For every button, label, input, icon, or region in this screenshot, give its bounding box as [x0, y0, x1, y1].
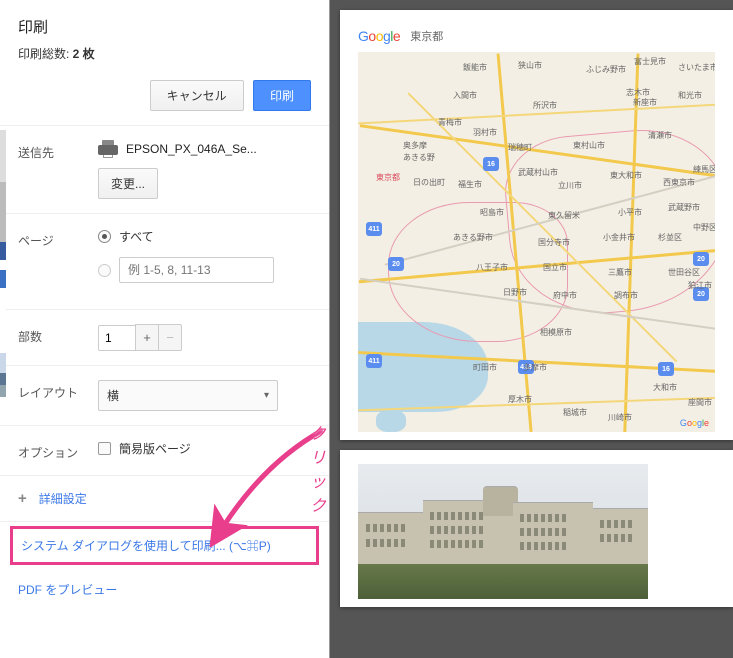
printer-icon	[98, 140, 118, 158]
dialog-title: 印刷	[18, 16, 311, 37]
pages-label: ページ	[18, 228, 98, 249]
change-printer-button[interactable]: 変更...	[98, 168, 158, 199]
radio-all-label: すべて	[119, 228, 154, 245]
printer-name: EPSON_PX_046A_Se...	[126, 142, 257, 156]
chevron-down-icon: ▾	[264, 390, 269, 401]
destination-section: 送信先 EPSON_PX_046A_Se... 変更...	[0, 126, 329, 214]
copies-section: 部数 + −	[0, 310, 329, 366]
button-row: キャンセル 印刷	[18, 80, 311, 111]
preview-header: Google 東京都	[358, 28, 715, 44]
more-settings-label: 詳細設定	[39, 490, 87, 507]
radio-icon	[98, 230, 111, 243]
copies-input[interactable]	[98, 325, 136, 351]
simple-page-checkbox[interactable]: 簡易版ページ	[98, 440, 311, 457]
print-button[interactable]: 印刷	[253, 80, 311, 111]
options-label: オプション	[18, 440, 98, 461]
page-range-input[interactable]	[119, 257, 274, 283]
copies-decrease-button[interactable]: −	[158, 324, 182, 351]
preview-page-2	[340, 450, 733, 607]
simple-page-label: 簡易版ページ	[119, 440, 191, 457]
radio-icon	[98, 264, 111, 277]
radio-range-pages[interactable]	[98, 257, 311, 283]
total-pages: 印刷総数: 2 枚	[18, 45, 311, 62]
google-logo: Google	[358, 28, 400, 44]
options-section: オプション 簡易版ページ	[0, 426, 329, 476]
layout-select[interactable]: 横 ▾	[98, 380, 278, 411]
cancel-button[interactable]: キャンセル	[150, 80, 244, 111]
header-section: 印刷 印刷総数: 2 枚 キャンセル 印刷	[0, 0, 329, 126]
background-stripe	[0, 130, 6, 658]
print-preview-panel: Google 東京都 20 16 411 413 16 20 20 411 東京…	[330, 0, 733, 658]
layout-value: 横	[107, 387, 119, 404]
map-label-tokyo: 東京都	[376, 172, 400, 183]
preview-page-1: Google 東京都 20 16 411 413 16 20 20 411 東京…	[340, 10, 733, 440]
pdf-preview-link[interactable]: PDF をプレビュー	[0, 571, 329, 608]
copies-increase-button[interactable]: +	[135, 324, 159, 351]
building-photo	[358, 464, 648, 599]
pages-section: ページ すべて	[0, 214, 329, 310]
print-settings-panel: 印刷 印刷総数: 2 枚 キャンセル 印刷 送信先 EPSON_PX_046A_…	[0, 0, 330, 658]
plus-icon: +	[18, 490, 27, 507]
copies-label: 部数	[18, 324, 98, 345]
system-dialog-link[interactable]: システム ダイアログを使用して印刷... (⌥⌘P)	[10, 526, 319, 565]
radio-all-pages[interactable]: すべて	[98, 228, 311, 245]
destination-label: 送信先	[18, 140, 98, 161]
selected-printer: EPSON_PX_046A_Se...	[98, 140, 311, 158]
layout-section: レイアウト 横 ▾	[0, 366, 329, 426]
more-settings-toggle[interactable]: + 詳細設定	[0, 476, 329, 522]
checkbox-icon	[98, 442, 111, 455]
map-preview: 20 16 411 413 16 20 20 411 東京都 飯能市狭山市 ふじ…	[358, 52, 715, 432]
map-attribution: Google	[680, 418, 709, 428]
search-term: 東京都	[410, 28, 443, 44]
layout-label: レイアウト	[18, 380, 98, 401]
